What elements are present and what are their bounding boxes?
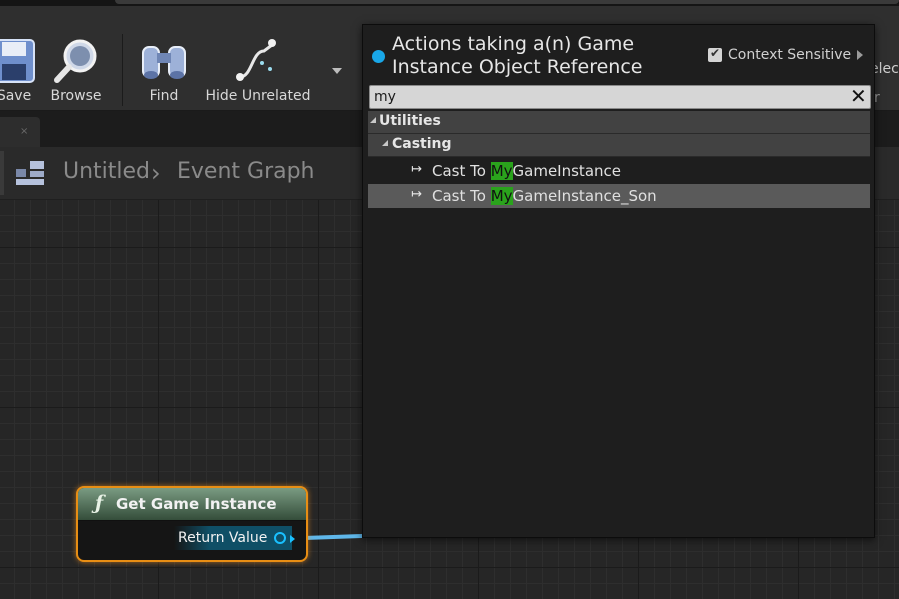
action-item-cast-to-mygameinstance-son[interactable]: ↦ Cast To MyGameInstance_Son	[368, 184, 870, 208]
action-menu-title: Actions taking a(n) Game Instance Object…	[392, 33, 643, 78]
action-tree: Utilities Casting ↦ Cast To MyGameInstan…	[368, 111, 870, 208]
collapse-triangle-icon[interactable]	[370, 117, 376, 123]
pin-arrow-icon	[290, 535, 295, 543]
breadcrumb-current: Event Graph	[177, 159, 315, 184]
function-icon: ƒ	[95, 492, 104, 514]
node-title: Get Game Instance	[116, 495, 277, 513]
context-sensitive-toggle[interactable]: Context Sensitive	[708, 46, 864, 63]
breadcrumb-left-edge	[0, 151, 4, 195]
return-value-pin[interactable]: Return Value	[174, 526, 295, 550]
action-prefix: Cast To	[432, 162, 491, 180]
find-label: Find	[149, 88, 179, 104]
category-casting[interactable]: Casting	[368, 134, 870, 157]
save-label: Save	[0, 88, 32, 104]
toolbar-overflow-chevron-icon[interactable]	[332, 68, 342, 74]
exec-pin-icon: ↦	[411, 187, 422, 202]
binoculars-icon	[136, 36, 192, 86]
action-item-label: Cast To MyGameInstance	[432, 162, 621, 180]
toolbar-divider	[122, 34, 123, 106]
browse-button[interactable]: Browse	[46, 36, 106, 104]
expand-arrow-icon[interactable]	[857, 50, 864, 60]
category-label: Casting	[392, 136, 452, 152]
action-suffix: GameInstance_Son	[512, 187, 657, 205]
find-button[interactable]: Find	[136, 36, 192, 104]
action-suffix: GameInstance	[512, 162, 621, 180]
checkbox-checked-icon[interactable]	[708, 46, 722, 62]
action-prefix: Cast To	[432, 187, 491, 205]
context-sensitive-label: Context Sensitive	[728, 47, 852, 63]
pin-label: Return Value	[178, 530, 268, 546]
search-match-highlight: My	[490, 187, 513, 205]
graph-icon	[16, 161, 46, 189]
tab-close-icon[interactable]: ×	[20, 126, 28, 137]
collapse-triangle-icon[interactable]	[382, 140, 388, 146]
hide-unrelated-label: Hide Unrelated	[205, 88, 311, 104]
object-reference-icon	[372, 50, 385, 63]
clear-search-icon[interactable]: ✕	[850, 84, 867, 108]
category-label: Utilities	[379, 113, 441, 129]
document-tab[interactable]: ×	[0, 117, 40, 147]
action-menu: Actions taking a(n) Game Instance Object…	[362, 24, 875, 538]
save-icon	[0, 36, 42, 86]
hide-unrelated-button[interactable]: Hide Unrelated	[204, 36, 312, 104]
action-item-label: Cast To MyGameInstance_Son	[432, 187, 657, 205]
hide-unrelated-icon	[204, 36, 312, 86]
get-game-instance-node[interactable]: ƒ Get Game Instance Return Value	[76, 486, 308, 562]
category-utilities[interactable]: Utilities	[368, 111, 870, 134]
title-bar-edge	[115, 0, 899, 4]
browse-label: Browse	[50, 88, 102, 104]
pin-circle-icon[interactable]	[274, 532, 286, 544]
action-item-cast-to-mygameinstance[interactable]: ↦ Cast To MyGameInstance	[368, 159, 870, 183]
search-input[interactable]	[374, 86, 844, 108]
magnifier-icon	[46, 36, 106, 86]
breadcrumb-root[interactable]: Untitled	[63, 159, 150, 184]
save-button[interactable]: Save	[0, 36, 42, 104]
search-box[interactable]: ✕	[369, 84, 871, 109]
search-match-highlight: My	[490, 162, 513, 180]
breadcrumb-separator-icon: ›	[151, 159, 161, 187]
node-header: ƒ Get Game Instance	[78, 488, 306, 521]
exec-pin-icon: ↦	[411, 162, 422, 177]
